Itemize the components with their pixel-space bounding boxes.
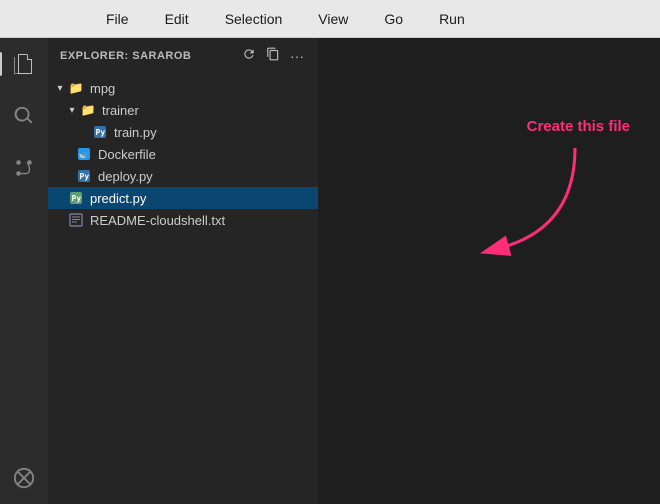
file-tree: ▾ 📁 mpg ▾ 📁 trainer Py bbox=[48, 73, 318, 504]
annotation-area: Create this file bbox=[318, 38, 660, 504]
tree-item-trainer[interactable]: ▾ 📁 trainer bbox=[48, 99, 318, 121]
text-icon-readme bbox=[68, 212, 84, 228]
copy-workspace-icon[interactable] bbox=[264, 45, 282, 66]
folder-icon-trainer: 📁 bbox=[80, 102, 96, 118]
python-icon-train: Py bbox=[92, 124, 108, 140]
menu-bar: File Edit Selection View Go Run bbox=[0, 0, 660, 38]
explorer-panel: EXPLORER: SARAROB ··· ▾ bbox=[48, 38, 318, 504]
expand-arrow-trainer: ▾ bbox=[64, 105, 80, 116]
source-control-activity-icon[interactable] bbox=[6, 150, 42, 186]
tree-item-dockerfile[interactable]: 🐋 Dockerfile bbox=[48, 143, 318, 165]
annotation-arrow bbox=[480, 138, 600, 268]
explorer-title: EXPLORER: SARAROB bbox=[60, 50, 191, 62]
python-icon-deploy: Py bbox=[76, 168, 92, 184]
explorer-activity-icon[interactable] bbox=[6, 46, 42, 82]
tree-item-predict-py[interactable]: Py predict.py bbox=[48, 187, 318, 209]
more-actions-icon[interactable]: ··· bbox=[288, 46, 306, 66]
explorer-actions: ··· bbox=[240, 45, 306, 66]
file-name-mpg: mpg bbox=[90, 81, 310, 96]
file-name-trainer: trainer bbox=[102, 103, 310, 118]
svg-text:Py: Py bbox=[80, 172, 90, 181]
svg-text:Py: Py bbox=[96, 128, 106, 137]
menu-file[interactable]: File bbox=[100, 7, 135, 31]
docker-icon-dockerfile: 🐋 bbox=[76, 146, 92, 162]
search-activity-icon[interactable] bbox=[6, 98, 42, 134]
svg-text:🐋: 🐋 bbox=[79, 151, 88, 159]
file-name-train-py: train.py bbox=[114, 125, 310, 140]
file-name-readme: README-cloudshell.txt bbox=[90, 213, 310, 228]
svg-text:Py: Py bbox=[72, 194, 82, 203]
file-name-deploy-py: deploy.py bbox=[98, 169, 310, 184]
python-icon-predict: Py bbox=[68, 190, 84, 206]
expand-arrow-mpg: ▾ bbox=[52, 83, 68, 94]
folder-icon-mpg: 📁 bbox=[68, 80, 84, 96]
tree-item-mpg[interactable]: ▾ 📁 mpg bbox=[48, 77, 318, 99]
menu-edit[interactable]: Edit bbox=[159, 7, 195, 31]
extensions-activity-icon[interactable] bbox=[6, 460, 42, 496]
file-name-dockerfile: Dockerfile bbox=[98, 147, 310, 162]
create-annotation-label: Create this file bbox=[527, 118, 630, 135]
menu-view[interactable]: View bbox=[312, 7, 354, 31]
explorer-header: EXPLORER: SARAROB ··· bbox=[48, 38, 318, 73]
activity-bar bbox=[0, 38, 48, 504]
menu-run[interactable]: Run bbox=[433, 7, 471, 31]
file-name-predict-py: predict.py bbox=[90, 191, 310, 206]
menu-go[interactable]: Go bbox=[378, 7, 409, 31]
menu-selection[interactable]: Selection bbox=[219, 7, 289, 31]
main-area: EXPLORER: SARAROB ··· ▾ bbox=[0, 38, 660, 504]
tree-item-train-py[interactable]: Py train.py bbox=[48, 121, 318, 143]
refresh-icon[interactable] bbox=[240, 45, 258, 66]
tree-item-readme[interactable]: README-cloudshell.txt bbox=[48, 209, 318, 231]
tree-item-deploy-py[interactable]: Py deploy.py bbox=[48, 165, 318, 187]
